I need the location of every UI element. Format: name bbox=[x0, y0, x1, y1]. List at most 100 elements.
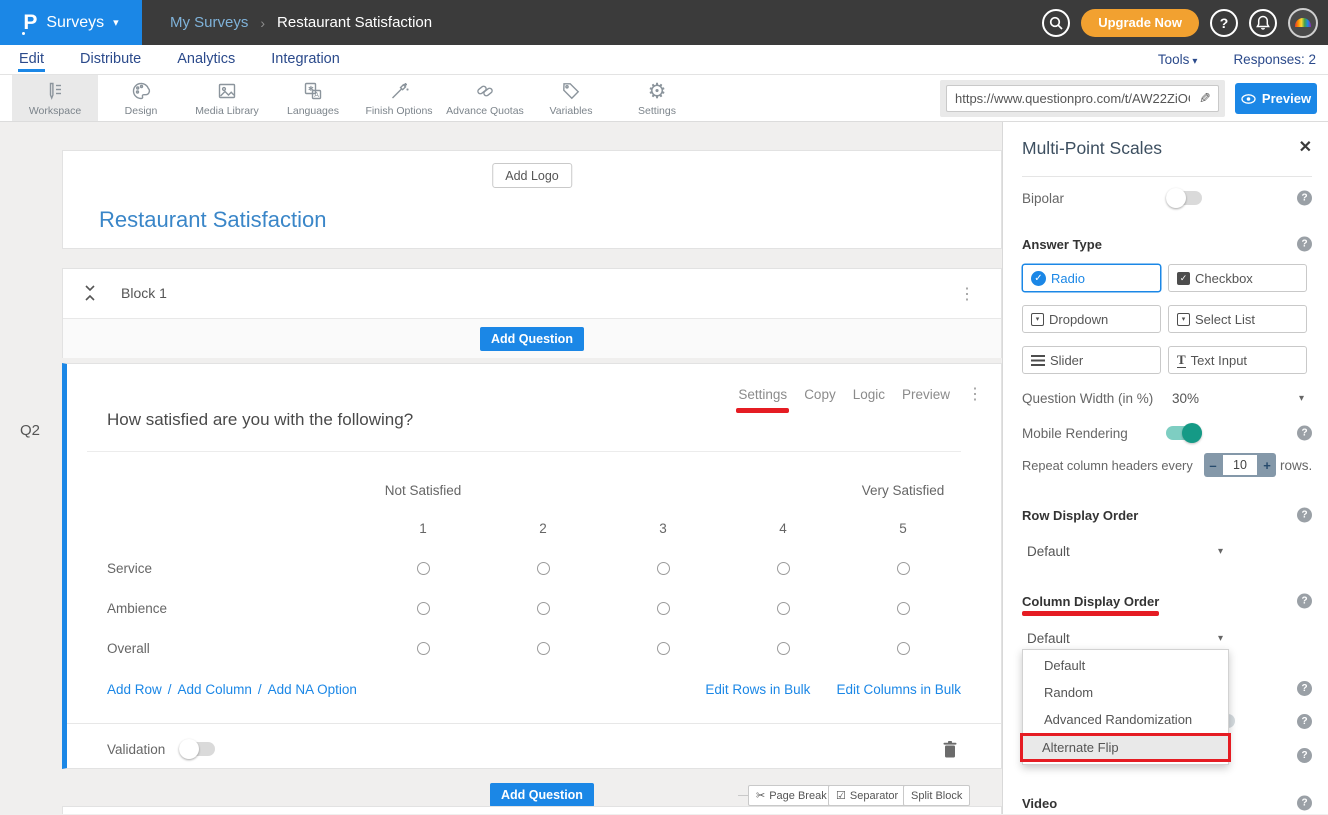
answer-type-select-list[interactable]: ▾Select List bbox=[1168, 305, 1307, 333]
question-title[interactable]: How satisfied are you with the following… bbox=[107, 410, 413, 430]
add-question-button[interactable]: Add Question bbox=[480, 327, 584, 351]
radio-option[interactable] bbox=[537, 642, 550, 655]
row-label[interactable]: Ambience bbox=[107, 601, 363, 616]
tab-analytics[interactable]: Analytics bbox=[176, 47, 236, 72]
answer-type-dropdown[interactable]: ▾Dropdown bbox=[1022, 305, 1161, 333]
bipolar-toggle[interactable] bbox=[1166, 191, 1202, 205]
radio-option[interactable] bbox=[657, 562, 670, 575]
toolbar-item-workspace[interactable]: Workspace bbox=[12, 75, 98, 121]
notifications-button[interactable] bbox=[1249, 9, 1277, 37]
add-logo-button[interactable]: Add Logo bbox=[492, 163, 572, 188]
brand-menu[interactable]: P Surveys ▾ bbox=[0, 0, 142, 45]
toolbar-item-variables[interactable]: Variables bbox=[528, 75, 614, 121]
tab-edit[interactable]: Edit bbox=[18, 47, 45, 72]
row-label[interactable]: Service bbox=[107, 561, 363, 576]
help-button[interactable]: ? bbox=[1210, 9, 1238, 37]
help-icon[interactable]: ? bbox=[1297, 681, 1312, 696]
tab-distribute[interactable]: Distribute bbox=[79, 47, 142, 72]
row-display-order-select[interactable]: Default ▾ bbox=[1022, 539, 1232, 563]
menu-option-advanced-randomization[interactable]: Advanced Randomization bbox=[1023, 706, 1228, 733]
radio-option[interactable] bbox=[417, 642, 430, 655]
add-column-link[interactable]: Add Column bbox=[178, 682, 252, 697]
plus-button[interactable]: + bbox=[1258, 453, 1276, 477]
radio-option[interactable] bbox=[657, 602, 670, 615]
answer-type-text-input[interactable]: TText Input bbox=[1168, 346, 1307, 374]
answer-type-checkbox[interactable]: ✓Checkbox bbox=[1168, 264, 1307, 292]
column-display-order-select[interactable]: Default ▾ bbox=[1022, 626, 1232, 650]
radio-option[interactable] bbox=[897, 562, 910, 575]
split-block-button[interactable]: Split Block bbox=[903, 785, 970, 806]
answer-type-slider[interactable]: Slider bbox=[1022, 346, 1161, 374]
tab-integration[interactable]: Integration bbox=[270, 47, 341, 72]
help-icon[interactable]: ? bbox=[1297, 796, 1312, 811]
scale-label-right[interactable]: Very Satisfied bbox=[843, 483, 963, 498]
radio-option[interactable] bbox=[777, 642, 790, 655]
edit-url-icon[interactable]: ✎ bbox=[1199, 90, 1211, 107]
delete-question-icon[interactable] bbox=[943, 741, 957, 758]
scale-label-left[interactable]: Not Satisfied bbox=[363, 483, 483, 498]
help-icon[interactable]: ? bbox=[1297, 714, 1312, 729]
minus-button[interactable]: – bbox=[1204, 453, 1222, 477]
help-icon[interactable]: ? bbox=[1297, 237, 1312, 252]
breadcrumb-current: Restaurant Satisfaction bbox=[277, 14, 432, 31]
toolbar-item-settings[interactable]: ⚙ Settings bbox=[614, 75, 700, 121]
add-na-option-link[interactable]: Add NA Option bbox=[268, 682, 357, 697]
upgrade-now-button[interactable]: Upgrade Now bbox=[1081, 9, 1199, 37]
menu-option-default[interactable]: Default bbox=[1023, 652, 1228, 679]
help-icon[interactable]: ? bbox=[1297, 594, 1312, 609]
question-menu-icon[interactable]: ⋮ bbox=[967, 384, 983, 404]
tools-menu[interactable]: Tools▾ bbox=[1158, 52, 1198, 67]
radio-option[interactable] bbox=[537, 602, 550, 615]
row-display-order-label: Row Display Order bbox=[1022, 508, 1138, 523]
menu-option-alternate-flip[interactable]: Alternate Flip bbox=[1020, 733, 1231, 762]
survey-url-input[interactable] bbox=[946, 85, 1219, 112]
toolbar-item-languages[interactable]: ✱A Languages bbox=[270, 75, 356, 121]
toolbar-item-media-library[interactable]: Media Library bbox=[184, 75, 270, 121]
toolbar-item-finish-options[interactable]: Finish Options bbox=[356, 75, 442, 121]
breadcrumb-my-surveys[interactable]: My Surveys bbox=[170, 14, 248, 31]
question-tab-preview[interactable]: Preview bbox=[902, 387, 950, 402]
radio-option[interactable] bbox=[657, 642, 670, 655]
add-row-link[interactable]: Add Row bbox=[107, 682, 162, 697]
help-icon[interactable]: ? bbox=[1297, 191, 1312, 206]
toolbar-item-advance-quotas[interactable]: Advance Quotas bbox=[442, 75, 528, 121]
radio-option[interactable] bbox=[777, 602, 790, 615]
repeat-headers-input[interactable] bbox=[1223, 455, 1257, 475]
close-icon[interactable]: ✕ bbox=[1299, 137, 1312, 157]
radio-option[interactable] bbox=[417, 562, 430, 575]
help-icon[interactable]: ? bbox=[1297, 508, 1312, 523]
help-icon[interactable]: ? bbox=[1297, 426, 1312, 441]
collapse-block-icon[interactable] bbox=[83, 283, 97, 303]
block-name[interactable]: Block 1 bbox=[121, 285, 167, 301]
edit-columns-bulk-link[interactable]: Edit Columns in Bulk bbox=[836, 682, 961, 697]
user-avatar[interactable] bbox=[1288, 8, 1318, 38]
radio-option[interactable] bbox=[897, 602, 910, 615]
radio-option[interactable] bbox=[897, 642, 910, 655]
survey-title[interactable]: Restaurant Satisfaction bbox=[99, 207, 326, 233]
add-question-button-bottom[interactable]: Add Question bbox=[490, 783, 594, 807]
column-header: 4 bbox=[723, 521, 843, 536]
editor-toolbar: Workspace Design Media Library ✱A Langua… bbox=[0, 75, 1328, 122]
mobile-rendering-toggle[interactable] bbox=[1166, 426, 1202, 440]
radio-option[interactable] bbox=[537, 562, 550, 575]
row-label[interactable]: Overall bbox=[107, 641, 363, 656]
edit-rows-bulk-link[interactable]: Edit Rows in Bulk bbox=[705, 682, 810, 697]
block-menu-icon[interactable]: ⋮ bbox=[959, 284, 975, 304]
search-button[interactable] bbox=[1042, 9, 1070, 37]
responses-count[interactable]: Responses: 2 bbox=[1233, 52, 1316, 67]
toolbar-item-design[interactable]: Design bbox=[98, 75, 184, 121]
page-break-button[interactable]: ✂Page Break bbox=[748, 785, 835, 806]
question-width-value[interactable]: 30% bbox=[1172, 391, 1199, 406]
separator-button[interactable]: ☑Separator bbox=[828, 785, 906, 806]
answer-type-radio[interactable]: ✓Radio bbox=[1022, 264, 1161, 292]
validation-toggle[interactable] bbox=[179, 742, 215, 756]
help-icon[interactable]: ? bbox=[1297, 748, 1312, 763]
radio-option[interactable] bbox=[777, 562, 790, 575]
chevron-down-icon[interactable]: ▾ bbox=[1299, 393, 1304, 404]
menu-option-random[interactable]: Random bbox=[1023, 679, 1228, 706]
question-tab-copy[interactable]: Copy bbox=[804, 387, 836, 402]
radio-option[interactable] bbox=[417, 602, 430, 615]
question-tab-settings[interactable]: Settings bbox=[738, 387, 787, 402]
preview-button[interactable]: Preview bbox=[1235, 83, 1317, 114]
question-tab-logic[interactable]: Logic bbox=[853, 387, 885, 402]
